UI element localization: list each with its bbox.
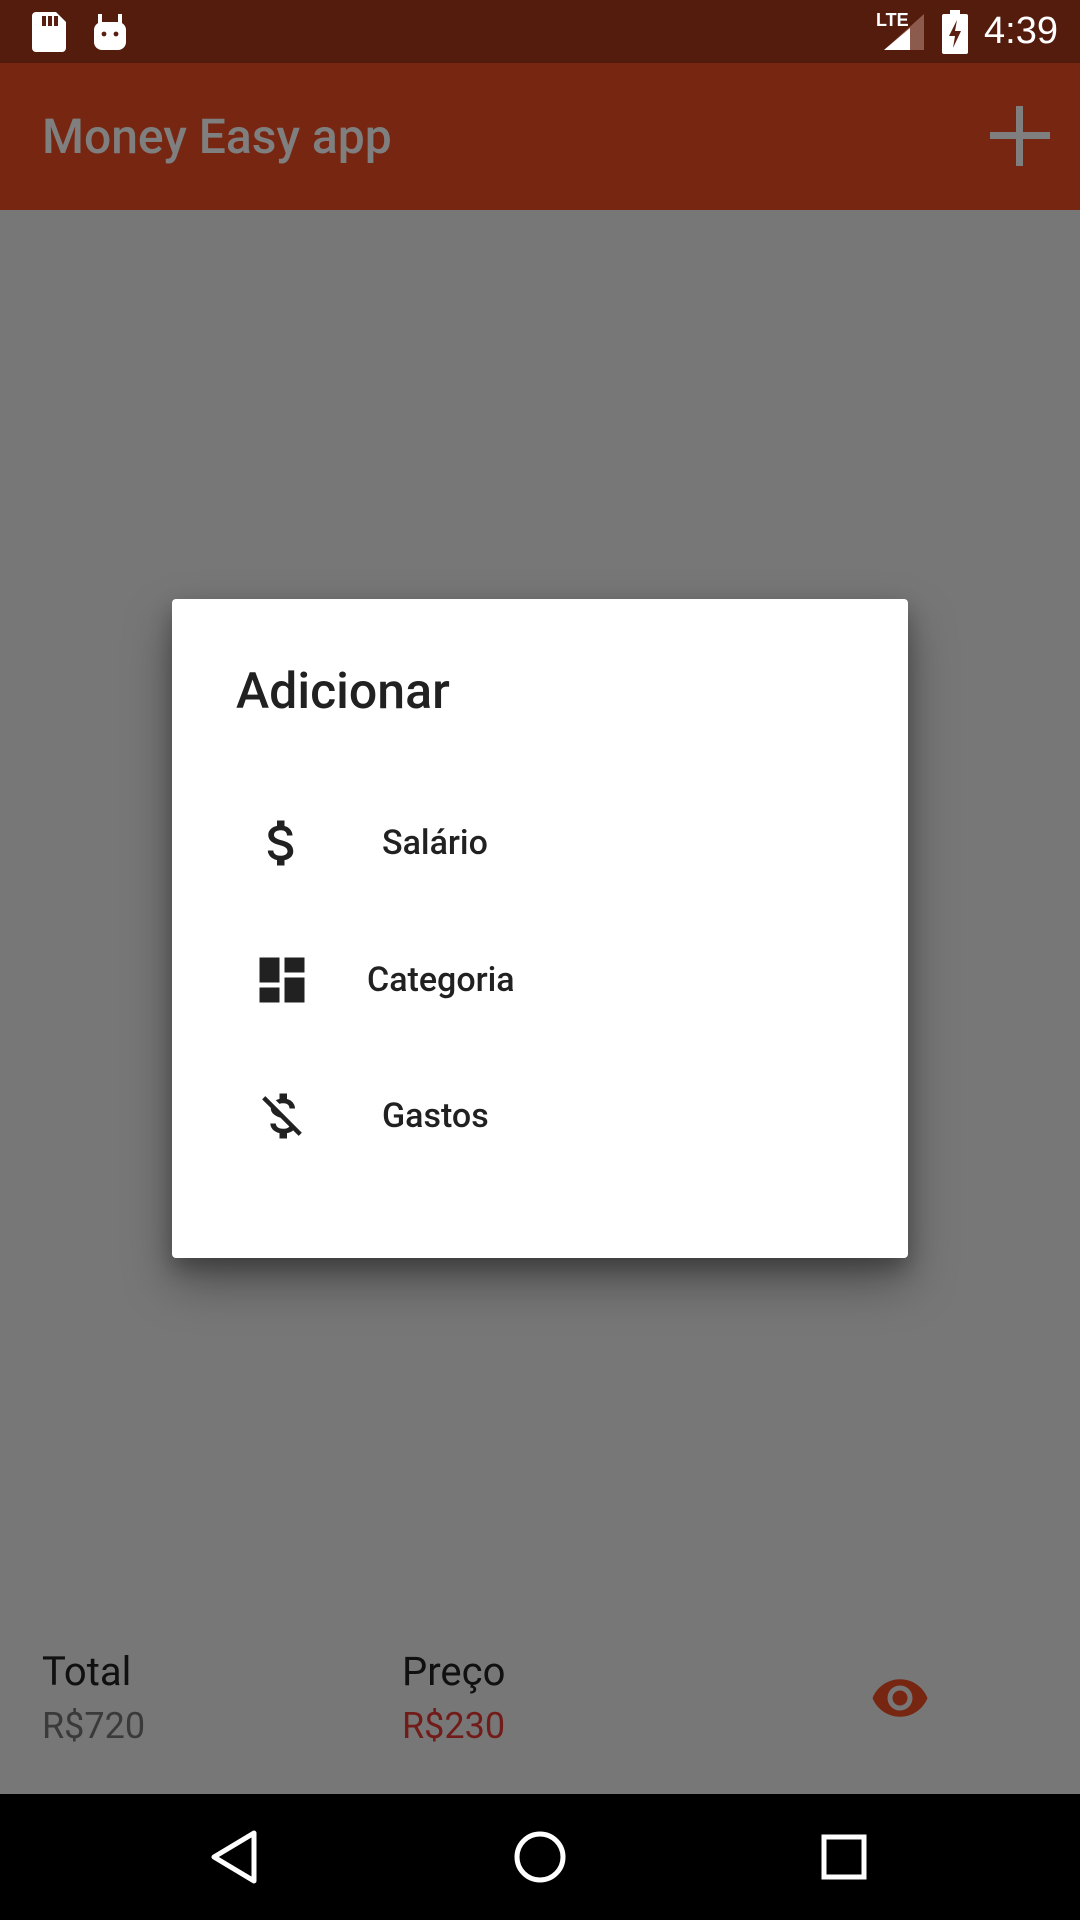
- status-time: 4:39: [984, 10, 1058, 52]
- option-salario-label: Salário: [382, 823, 488, 863]
- option-salario[interactable]: Salário: [172, 783, 908, 903]
- dashboard-icon: [259, 957, 305, 1003]
- nav-recents-button[interactable]: [814, 1827, 874, 1887]
- sd-card-icon: [32, 12, 66, 52]
- signal-icon: [884, 14, 924, 50]
- option-gastos-label: Gastos: [382, 1096, 489, 1136]
- nav-back-button[interactable]: [206, 1827, 266, 1887]
- nav-home-button[interactable]: [510, 1827, 570, 1887]
- back-icon: [211, 1830, 257, 1884]
- option-categoria[interactable]: Categoria: [172, 920, 908, 1040]
- home-icon: [514, 1831, 566, 1883]
- battery-charging-icon: [942, 10, 968, 54]
- money-off-icon: [262, 1093, 302, 1139]
- dollar-icon: [267, 820, 294, 866]
- navigation-bar: [0, 1794, 1080, 1920]
- option-categoria-label: Categoria: [367, 960, 515, 1000]
- dialog-title: Adicionar: [236, 663, 450, 721]
- option-gastos[interactable]: Gastos: [172, 1056, 908, 1176]
- recents-icon: [821, 1834, 867, 1880]
- android-icon: [94, 14, 126, 50]
